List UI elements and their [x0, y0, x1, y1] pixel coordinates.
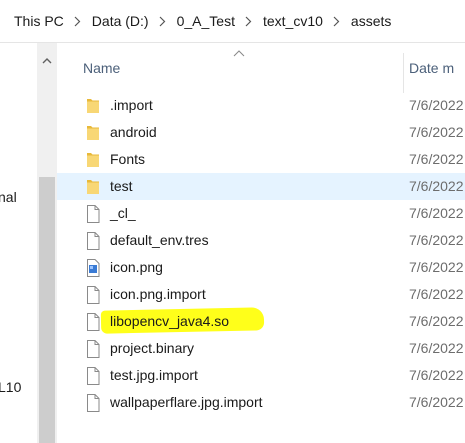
navigation-pane: nal L10 [0, 43, 37, 443]
breadcrumb: This PC Data (D:) 0_A_Test text_cv10 ass… [0, 0, 393, 42]
file-row[interactable]: icon.png.import 7/6/2022 [57, 281, 465, 308]
breadcrumb-assets[interactable]: assets [349, 13, 393, 29]
scrollbar-thumb[interactable] [39, 177, 55, 443]
file-row[interactable]: test.jpg.import 7/6/2022 [57, 362, 465, 389]
nav-item-fragment[interactable]: nal [0, 189, 17, 205]
file-date-modified: 7/6/2022 [409, 286, 464, 302]
column-header-date-modified[interactable]: Date m [409, 60, 454, 76]
file-row[interactable]: .import 7/6/2022 [57, 92, 465, 119]
file-row[interactable]: icon.png 7/6/2022 [57, 254, 465, 281]
image-file-icon [85, 258, 101, 278]
file-icon [85, 366, 101, 386]
column-header-name[interactable]: Name [83, 60, 120, 76]
file-icon [85, 204, 101, 224]
breadcrumb-this-pc[interactable]: This PC [12, 13, 66, 29]
file-date-modified: 7/6/2022 [409, 259, 464, 275]
file-date-modified: 7/6/2022 [409, 205, 464, 221]
file-date-modified: 7/6/2022 [409, 97, 464, 113]
breadcrumb-text-cv10[interactable]: text_cv10 [261, 13, 325, 29]
file-name[interactable]: test.jpg.import [110, 367, 198, 383]
file-icon [85, 393, 101, 413]
address-bar[interactable]: This PC Data (D:) 0_A_Test text_cv10 ass… [0, 0, 465, 43]
folder-icon [85, 123, 101, 143]
file-name[interactable]: wallpaperflare.jpg.import [110, 394, 263, 410]
file-date-modified: 7/6/2022 [409, 124, 464, 140]
nav-item-fragment[interactable]: L10 [0, 379, 21, 395]
file-row[interactable]: project.binary 7/6/2022 [57, 335, 465, 362]
file-date-modified: 7/6/2022 [409, 394, 464, 410]
file-date-modified: 7/6/2022 [409, 232, 464, 248]
file-name[interactable]: icon.png [110, 259, 163, 275]
file-name[interactable]: libopencv_java4.so [110, 313, 229, 329]
column-header-row: Name Date m [57, 43, 465, 93]
file-date-modified: 7/6/2022 [409, 151, 464, 167]
chevron-right-icon[interactable] [158, 0, 168, 42]
file-row[interactable]: _cl_ 7/6/2022 [57, 200, 465, 227]
breadcrumb-data-drive[interactable]: Data (D:) [90, 13, 151, 29]
file-name[interactable]: Fonts [110, 151, 145, 167]
file-name[interactable]: android [110, 124, 157, 140]
folder-icon [85, 150, 101, 170]
file-name[interactable]: project.binary [110, 340, 194, 356]
file-row[interactable]: default_env.tres 7/6/2022 [57, 227, 465, 254]
file-row[interactable]: wallpaperflare.jpg.import 7/6/2022 [57, 389, 465, 416]
file-date-modified: 7/6/2022 [409, 178, 464, 194]
file-name[interactable]: default_env.tres [110, 232, 209, 248]
folder-icon [85, 177, 101, 197]
folder-icon [85, 96, 101, 116]
file-icon [85, 339, 101, 359]
file-icon [85, 231, 101, 251]
file-icon [85, 312, 101, 332]
column-divider[interactable] [403, 53, 404, 93]
sort-ascending-icon [233, 50, 245, 57]
file-row[interactable]: test 7/6/2022 [57, 173, 465, 200]
file-name[interactable]: _cl_ [110, 205, 136, 221]
chevron-right-icon[interactable] [332, 0, 342, 42]
scroll-up-arrow-icon[interactable] [37, 53, 57, 69]
file-list: Name Date m .import 7/6/2022 android 7/6/20… [57, 43, 465, 443]
file-icon [85, 285, 101, 305]
file-date-modified: 7/6/2022 [409, 367, 464, 383]
file-row[interactable]: android 7/6/2022 [57, 119, 465, 146]
file-rows: .import 7/6/2022 android 7/6/2022 Fonts 7/6/2… [57, 92, 465, 416]
file-name[interactable]: icon.png.import [110, 286, 206, 302]
nav-pane-scrollbar[interactable] [37, 43, 57, 443]
file-date-modified: 7/6/2022 [409, 340, 464, 356]
file-name[interactable]: .import [110, 97, 153, 113]
breadcrumb-0-a-test[interactable]: 0_A_Test [175, 13, 237, 29]
file-name[interactable]: test [110, 178, 133, 194]
file-row[interactable]: Fonts 7/6/2022 [57, 146, 465, 173]
file-row[interactable]: libopencv_java4.so 7/6/2022 [57, 307, 465, 335]
file-explorer-window: This PC Data (D:) 0_A_Test text_cv10 ass… [0, 0, 465, 443]
file-date-modified: 7/6/2022 [409, 313, 464, 329]
chevron-right-icon[interactable] [73, 0, 83, 42]
chevron-right-icon[interactable] [244, 0, 254, 42]
